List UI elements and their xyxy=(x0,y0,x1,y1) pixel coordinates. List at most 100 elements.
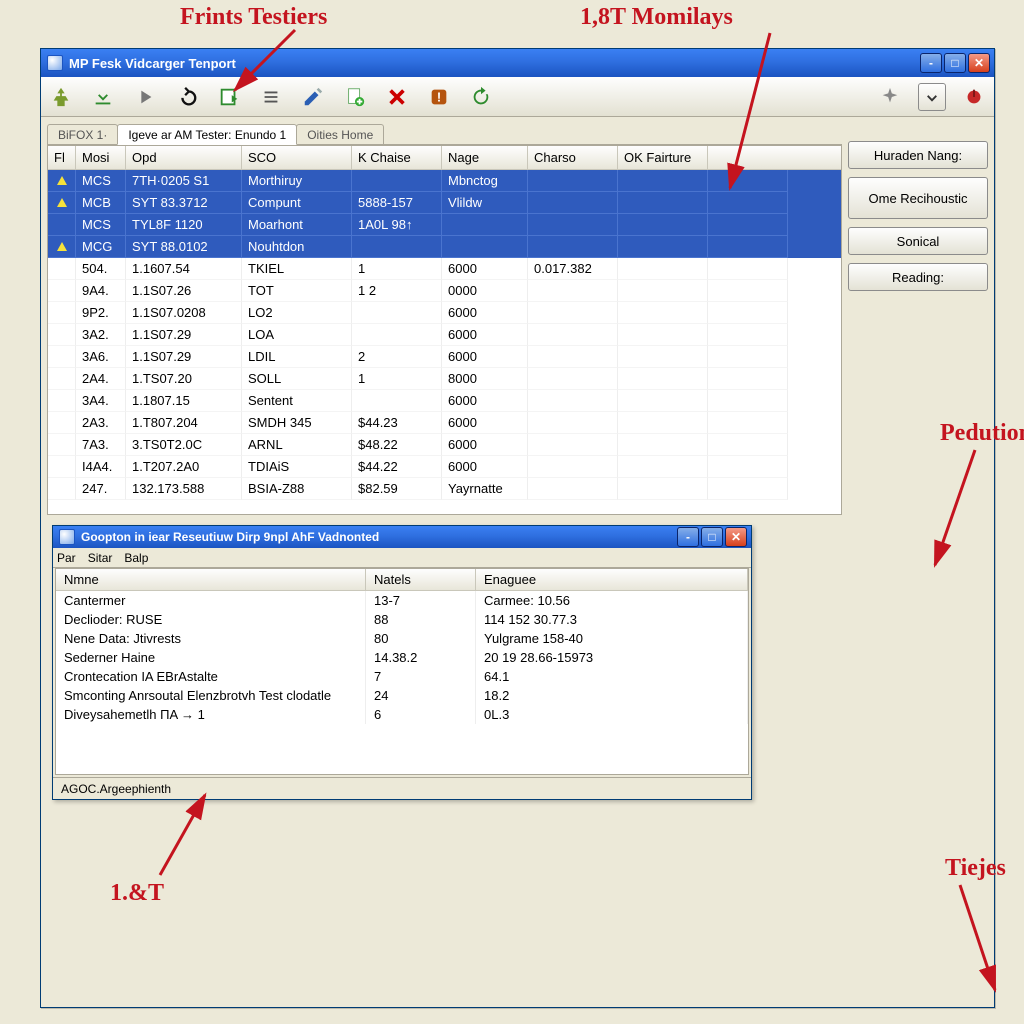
sub-maximize-button[interactable]: □ xyxy=(701,527,723,547)
minimize-button[interactable]: ‐ xyxy=(920,53,942,73)
tab-tester[interactable]: Igeve ar AM Tester: Enundo 1 xyxy=(117,124,297,145)
cell: 6000 xyxy=(442,346,528,368)
cell xyxy=(528,478,618,500)
cell: 8000 xyxy=(442,368,528,390)
export-icon[interactable] xyxy=(215,83,243,111)
row-warning-icon xyxy=(48,170,76,192)
flag-icon[interactable] xyxy=(960,83,988,111)
close-button[interactable]: ✕ xyxy=(968,53,990,73)
sub-col-enaguee[interactable]: Enaguee xyxy=(476,569,748,590)
cell: 1.TS07.20 xyxy=(126,368,242,390)
cell: 1A0L 98↑ xyxy=(352,214,442,236)
cell: I4A4. xyxy=(76,456,126,478)
col-mosi[interactable]: Mosi xyxy=(76,146,126,169)
main-titlebar[interactable]: MP Fesk Vidcarger Tenport ‐ □ ✕ xyxy=(41,49,994,77)
add-page-icon[interactable] xyxy=(341,83,369,111)
col-charso[interactable]: Charso xyxy=(528,146,618,169)
download-icon[interactable] xyxy=(89,83,117,111)
table-row[interactable]: 3A4.1.1807.15Sentent6000 xyxy=(48,390,841,412)
table-row[interactable]: 2A4.1.TS07.20SOLL18000 xyxy=(48,368,841,390)
play-icon[interactable] xyxy=(131,83,159,111)
cell: 0.017.382 xyxy=(528,258,618,280)
refresh-icon[interactable] xyxy=(467,83,495,111)
btn-ome[interactable]: Ome Recihoustic xyxy=(848,177,988,219)
list-icon[interactable] xyxy=(257,83,285,111)
cell xyxy=(618,456,708,478)
list-item[interactable]: Declioder: RUSE88114 152 30.77.3 xyxy=(56,610,748,629)
sub-minimize-button[interactable]: ‐ xyxy=(677,527,699,547)
col-ok[interactable]: OK Fairture xyxy=(618,146,708,169)
menu-sitar[interactable]: Sitar xyxy=(88,551,113,565)
table-row[interactable]: 247.132.173.588BSIA-Z88$82.59Yayrnatte xyxy=(48,478,841,500)
cell xyxy=(528,192,618,214)
sub-grid-body[interactable]: Cantermer13-7Carmee: 10.56Declioder: RUS… xyxy=(56,591,748,774)
cell xyxy=(708,456,788,478)
cell xyxy=(618,324,708,346)
grid-body[interactable]: MCS7TH·0205 S1MorthiruyMbnctogMCBSYT 83.… xyxy=(48,170,841,514)
table-row[interactable]: I4A4.1.T207.2A0TDIAiS$44.226000 xyxy=(48,456,841,478)
delete-icon[interactable] xyxy=(383,83,411,111)
cell: 1.1S07.0208 xyxy=(126,302,242,324)
col-opd[interactable]: Opd xyxy=(126,146,242,169)
table-row[interactable]: 3A2.1.1S07.29LOA6000 xyxy=(48,324,841,346)
sub-titlebar[interactable]: Goopton in iear Reseutiuw Dirp 9npl AhF … xyxy=(53,526,751,548)
cell xyxy=(352,302,442,324)
list-item[interactable]: Smconting Anrsoutal Elenzbrotvh Test clo… xyxy=(56,686,748,705)
cell xyxy=(528,170,618,192)
cell: 0000 xyxy=(442,280,528,302)
col-sco[interactable]: SCO xyxy=(242,146,352,169)
list-item[interactable]: Sederner Haine14.38.220 19 28.66-15973 xyxy=(56,648,748,667)
cell: 13-7 xyxy=(366,591,476,610)
cell: 132.173.588 xyxy=(126,478,242,500)
cell: 7 xyxy=(366,667,476,686)
btn-huraden[interactable]: Huraden Nang: xyxy=(848,141,988,169)
tab-home[interactable]: Oities Home xyxy=(296,124,384,144)
table-row[interactable]: MCGSYT 88.0102Nouhtdon xyxy=(48,236,841,258)
tab-bifox[interactable]: BiFOX 1· xyxy=(47,124,118,144)
btn-reading[interactable]: Reading: xyxy=(848,263,988,291)
sub-col-natels[interactable]: Natels xyxy=(366,569,476,590)
list-item[interactable]: Crontecation IA EBrAstalte764.1 xyxy=(56,667,748,686)
tree-icon[interactable] xyxy=(47,83,75,111)
col-fl[interactable]: Fl xyxy=(48,146,76,169)
table-row[interactable]: 9P2.1.1S07.0208LO26000 xyxy=(48,302,841,324)
spark-icon[interactable] xyxy=(876,83,904,111)
table-row[interactable]: MCBSYT 83.3712Compunt5888-157Vlildw xyxy=(48,192,841,214)
cell: 2 xyxy=(352,346,442,368)
list-item[interactable]: Nene Data: Jtivrests80Yulgrame 158-40 xyxy=(56,629,748,648)
btn-sonical[interactable]: Sonical xyxy=(848,227,988,255)
table-row[interactable]: 2A3.1.T807.204SMDH 345$44.236000 xyxy=(48,412,841,434)
list-item[interactable]: Diveysahemetlh ПA → 160L.3 xyxy=(56,705,748,724)
cell: Crontecation IA EBrAstalte xyxy=(56,667,366,686)
undo-icon[interactable] xyxy=(173,83,201,111)
cell xyxy=(708,390,788,412)
row-warning-icon xyxy=(48,302,76,324)
cell: LDIL xyxy=(242,346,352,368)
table-row[interactable]: MCSTYL8F 1120Moarhont1A0L 98↑ xyxy=(48,214,841,236)
row-warning-icon xyxy=(48,258,76,280)
col-nage[interactable]: Nage xyxy=(442,146,528,169)
menu-balp[interactable]: Balp xyxy=(124,551,148,565)
maximize-button[interactable]: □ xyxy=(944,53,966,73)
warning-icon[interactable]: ! xyxy=(425,83,453,111)
table-row[interactable]: 3A6.1.1S07.29LDIL26000 xyxy=(48,346,841,368)
sub-col-name[interactable]: Nmne xyxy=(56,569,366,590)
cell: 6000 xyxy=(442,258,528,280)
table-row[interactable]: 9A4.1.1S07.26TOT1 20000 xyxy=(48,280,841,302)
sub-statusbar: AGOC.Argeephienth xyxy=(53,777,751,799)
table-row[interactable]: 504.1.1607.54TKIEL160000.017.382 xyxy=(48,258,841,280)
table-row[interactable]: 7A3.3.TS0T2.0CARNL$48.226000 xyxy=(48,434,841,456)
download-arrow-icon[interactable] xyxy=(918,83,946,111)
cell: 20 19 28.66-15973 xyxy=(476,648,748,667)
edit-icon[interactable] xyxy=(299,83,327,111)
cell: TKIEL xyxy=(242,258,352,280)
col-kchaise[interactable]: K Chaise xyxy=(352,146,442,169)
cell xyxy=(708,412,788,434)
cell: 1 2 xyxy=(352,280,442,302)
cell: 114 152 30.77.3 xyxy=(476,610,748,629)
cell xyxy=(618,368,708,390)
menu-par[interactable]: Par xyxy=(57,551,76,565)
list-item[interactable]: Cantermer13-7Carmee: 10.56 xyxy=(56,591,748,610)
sub-close-button[interactable]: ✕ xyxy=(725,527,747,547)
table-row[interactable]: MCS7TH·0205 S1MorthiruyMbnctog xyxy=(48,170,841,192)
